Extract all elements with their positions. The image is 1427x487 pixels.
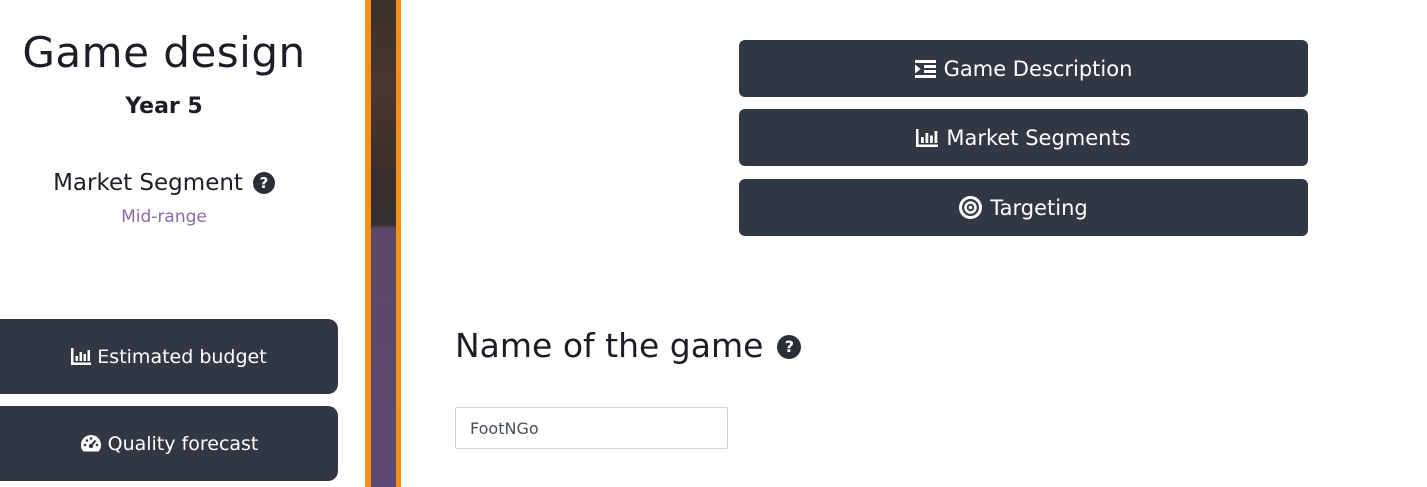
estimated-budget-button[interactable]: Estimated budget — [0, 319, 338, 394]
page-title: Game design — [22, 28, 306, 77]
market-segments-label: Market Segments — [946, 125, 1131, 150]
target-icon — [959, 196, 983, 219]
divider-strip — [365, 0, 401, 487]
chart-bar-icon — [916, 128, 939, 147]
market-segment-value: Mid-range — [121, 207, 207, 227]
help-icon[interactable]: ? — [252, 172, 275, 194]
game-name-heading-text: Name of the game — [455, 326, 764, 365]
game-name-heading: Name of the game? — [455, 326, 802, 365]
targeting-button[interactable]: Targeting — [739, 179, 1308, 236]
background-image-strip — [371, 0, 396, 487]
chart-bar-icon — [71, 348, 92, 365]
game-description-button[interactable]: Game Description — [739, 40, 1308, 97]
estimated-budget-label: Estimated budget — [97, 345, 267, 368]
quality-forecast-label: Quality forecast — [107, 432, 259, 455]
tachometer-icon — [80, 434, 102, 453]
market-segments-button[interactable]: Market Segments — [739, 109, 1308, 166]
quality-forecast-button[interactable]: Quality forecast — [0, 406, 338, 481]
year-label: Year 5 — [125, 94, 203, 119]
market-segment-label: Market Segment — [53, 170, 243, 196]
game-description-label: Game Description — [943, 56, 1133, 81]
market-segment-row: Market Segment? — [0, 170, 328, 196]
indent-icon — [914, 59, 936, 78]
game-name-input[interactable] — [455, 407, 728, 449]
targeting-label: Targeting — [990, 195, 1088, 220]
left-panel: Game design Year 5 Market Segment? Mid-r… — [0, 0, 365, 487]
help-icon[interactable]: ? — [777, 335, 802, 359]
